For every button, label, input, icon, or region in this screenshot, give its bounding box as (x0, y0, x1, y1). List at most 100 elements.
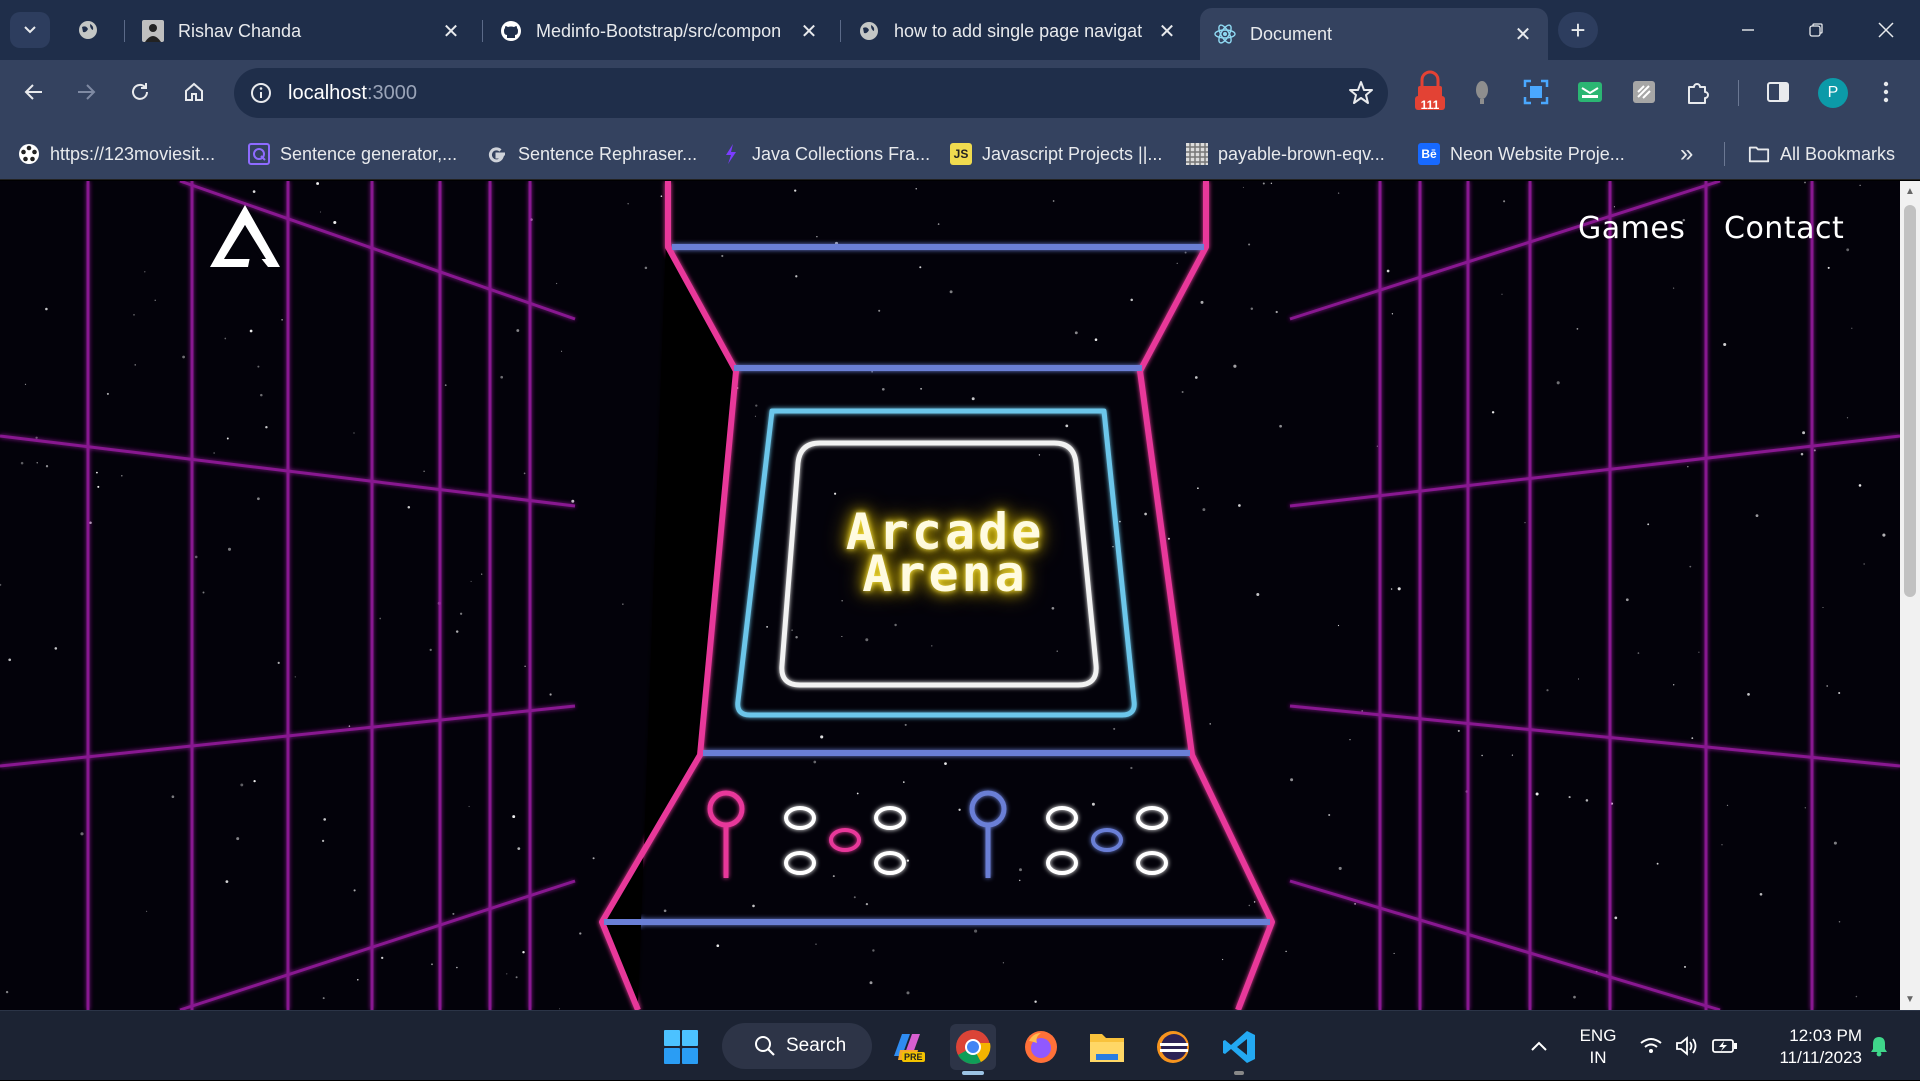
star (1858, 484, 1862, 487)
vscode-open-indicator (1234, 1071, 1244, 1075)
bookmark-label: Neon Website Proje... (1450, 143, 1625, 164)
star (45, 307, 48, 311)
star (1253, 901, 1256, 903)
extension-lock-badge[interactable]: 111 (1412, 70, 1448, 114)
back-button[interactable] (14, 72, 54, 112)
bookmark-sentence-generator[interactable]: Sentence generator,... (248, 140, 457, 168)
taskbar-copilot-pre[interactable]: PRE (884, 1024, 930, 1070)
extension-button[interactable] (1628, 76, 1660, 108)
star (516, 329, 520, 332)
battery-charging-icon (1712, 1039, 1737, 1053)
star (1056, 650, 1058, 652)
page-scrollbar[interactable]: ▲ ▼ (1900, 181, 1920, 1010)
site-info-icon[interactable] (246, 78, 276, 108)
star (841, 635, 843, 638)
bookmark-neon-website[interactable]: Bē Neon Website Proje... (1418, 140, 1625, 168)
star (791, 629, 793, 631)
extension-button[interactable] (1520, 76, 1552, 108)
extension-button[interactable] (1574, 76, 1606, 108)
star (1684, 965, 1686, 968)
extension-button[interactable] (1466, 76, 1498, 108)
volume-status[interactable] (1672, 1011, 1702, 1081)
notifications-button[interactable] (1864, 1011, 1894, 1081)
star (182, 355, 185, 359)
scroll-up-icon[interactable]: ▲ (1904, 185, 1916, 197)
forward-button[interactable] (66, 72, 106, 112)
tab-separator (840, 20, 841, 42)
tab-github-medinfo[interactable]: Medinfo-Bootstrap/src/compon ✕ (486, 8, 834, 54)
star (1091, 802, 1095, 806)
notes-extension-icon (1633, 81, 1655, 103)
taskbar-firefox[interactable] (1018, 1024, 1064, 1070)
bookmarks-overflow-button[interactable]: » (1680, 140, 1693, 168)
bookmark-123movies[interactable]: https://123moviesit... (18, 140, 215, 168)
folder-icon (1748, 143, 1770, 165)
reload-button[interactable] (120, 72, 160, 112)
windows-taskbar: Search PRE ENG IN 12:03 PM 11/11/2023 (0, 1010, 1920, 1080)
star (333, 220, 337, 225)
close-icon[interactable]: ✕ (1156, 20, 1178, 43)
side-panel-button[interactable] (1762, 76, 1794, 108)
address-bar[interactable]: localhost:3000 (234, 68, 1388, 118)
all-bookmarks-button[interactable]: All Bookmarks (1748, 140, 1895, 168)
star (321, 839, 325, 843)
star (1197, 487, 1199, 490)
wifi-status[interactable] (1636, 1011, 1666, 1081)
nav-games-link[interactable]: Games (1578, 211, 1685, 246)
browser-menu-button[interactable] (1870, 76, 1902, 108)
star (1233, 364, 1237, 368)
js-icon: JS (950, 143, 972, 165)
bookmark-payable-brown[interactable]: payable-brown-eqv... (1186, 140, 1385, 168)
star (1354, 903, 1356, 905)
language-indicator[interactable]: ENG IN (1574, 1025, 1622, 1069)
scroll-down-icon[interactable]: ▼ (1904, 993, 1916, 1005)
star (1391, 313, 1394, 315)
star (971, 397, 975, 401)
tab-rishav-chanda[interactable]: Rishav Chanda ✕ (128, 8, 476, 54)
plus-icon: + (1570, 14, 1586, 45)
restore-button[interactable] (1796, 12, 1836, 48)
star (1511, 754, 1514, 756)
star (816, 236, 818, 238)
system-clock[interactable]: 12:03 PM 11/11/2023 (1752, 1025, 1862, 1069)
tab-single-page-navigation[interactable]: how to add single page navigat ✕ (844, 8, 1192, 54)
bookmark-java-collections[interactable]: Java Collections Fra... (720, 140, 930, 168)
star (1144, 512, 1147, 516)
star (795, 635, 798, 639)
nav-contact-link[interactable]: Contact (1724, 211, 1844, 246)
star (512, 815, 516, 819)
bookmark-sentence-rephraser[interactable]: Sentence Rephraser... (486, 140, 697, 168)
mic-extension-icon (1476, 81, 1488, 104)
start-button[interactable] (658, 1024, 704, 1070)
star (841, 600, 843, 602)
star (766, 626, 768, 628)
site-logo[interactable] (208, 203, 282, 269)
close-icon[interactable]: ✕ (1512, 23, 1534, 46)
taskbar-chrome[interactable] (950, 1024, 996, 1070)
behance-icon: Bē (1418, 143, 1440, 165)
minimize-button[interactable] (1728, 12, 1768, 48)
taskbar-file-explorer[interactable] (1084, 1024, 1130, 1070)
close-icon[interactable]: ✕ (440, 20, 462, 43)
new-tab-button[interactable]: + (1558, 12, 1598, 48)
scroll-thumb[interactable] (1904, 205, 1916, 597)
close-icon[interactable]: ✕ (798, 20, 820, 43)
show-hidden-icons-button[interactable] (1524, 1011, 1554, 1081)
taskbar-eclipse[interactable] (1150, 1024, 1196, 1070)
extensions-menu-button[interactable] (1682, 76, 1714, 108)
star (904, 723, 907, 726)
profile-avatar[interactable]: P (1818, 78, 1848, 108)
tab-document[interactable]: Document ✕ (1200, 8, 1548, 60)
home-button[interactable] (174, 72, 214, 112)
tab-pinned-globe[interactable] (70, 14, 106, 46)
star (468, 805, 470, 808)
bookmark-javascript-projects[interactable]: JS Javascript Projects ||... (950, 140, 1162, 168)
taskbar-vscode[interactable] (1216, 1024, 1262, 1070)
tab-search-button[interactable] (10, 12, 50, 48)
battery-status[interactable] (1708, 1011, 1742, 1081)
bookmark-star-icon[interactable] (1348, 80, 1374, 106)
close-window-button[interactable] (1866, 12, 1906, 48)
taskbar-search[interactable]: Search (722, 1023, 872, 1069)
url-text[interactable]: localhost:3000 (288, 82, 417, 105)
star (644, 266, 648, 270)
